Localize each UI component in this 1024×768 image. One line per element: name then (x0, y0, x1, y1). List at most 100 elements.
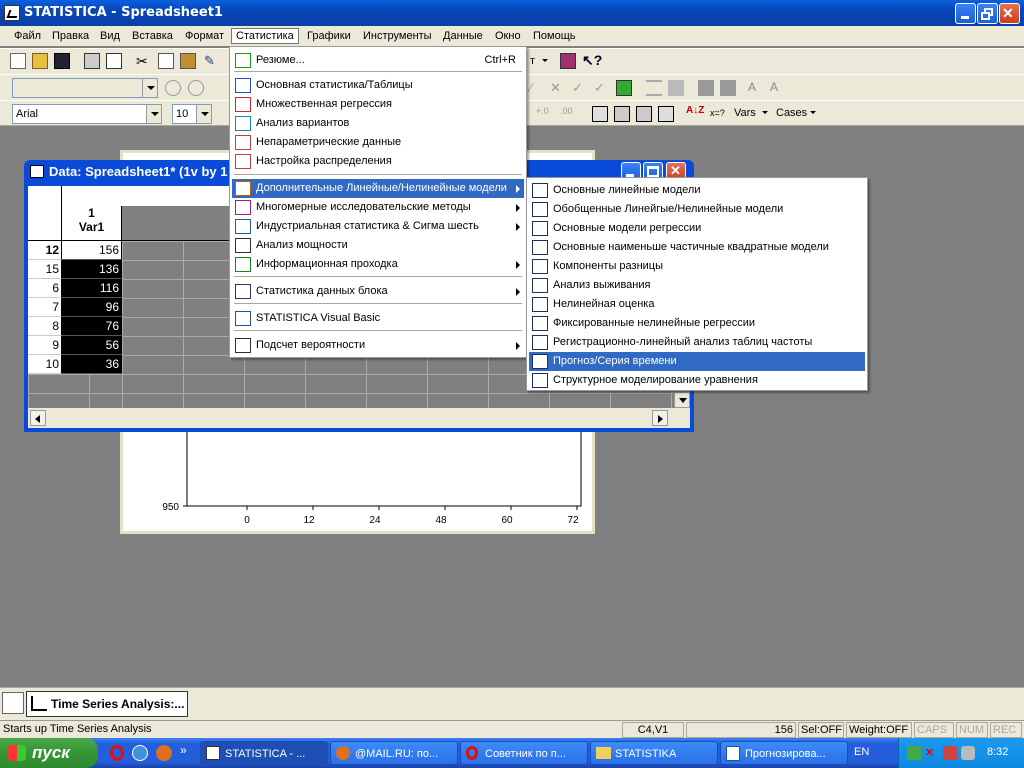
text-aa-icon[interactable]: A (770, 80, 786, 96)
data-cell[interactable]: 96 (62, 298, 122, 317)
books-icon[interactable] (560, 53, 576, 69)
stat-menu-item[interactable]: Дополнительные Линейные/Нелинейные модел… (232, 179, 524, 198)
grid-icon[interactable] (668, 80, 684, 96)
data-cell[interactable]: 36 (62, 355, 122, 374)
stat-menu-item[interactable]: Информационная проходка (232, 255, 524, 274)
print-icon[interactable] (84, 53, 100, 69)
column-header-var1[interactable]: 1 Var1 (62, 206, 122, 241)
submenu-item[interactable]: Фиксированные нелинейные регрессии (529, 314, 865, 333)
save-icon[interactable] (54, 53, 70, 69)
data-cell[interactable]: 136 (62, 260, 122, 279)
tray-app-icon[interactable] (907, 746, 921, 760)
submenu-item[interactable]: Прогноз/Серия времени (529, 352, 865, 371)
task-statistica[interactable]: STATISTICA - ... (200, 741, 328, 765)
row-header[interactable]: 15 (28, 260, 62, 279)
lines-icon[interactable] (646, 80, 662, 96)
row-header[interactable]: 9 (28, 336, 62, 355)
new-file-icon[interactable] (10, 53, 26, 69)
menu-file[interactable]: Файл (10, 29, 45, 45)
task-prognoz[interactable]: Прогнозирова... (720, 741, 848, 765)
task-statistika-folder[interactable]: STATISTIKA (590, 741, 718, 765)
stat-menu-item[interactable]: Многомерные исследовательские методы (232, 198, 524, 217)
zoom-icon[interactable] (165, 80, 181, 96)
row-header[interactable]: 6 (28, 279, 62, 298)
menu-insert[interactable]: Вставка (128, 29, 177, 45)
submenu-item[interactable]: Анализ выживания (529, 276, 865, 295)
row-header[interactable]: 7 (28, 298, 62, 317)
text-a-icon[interactable]: A (748, 80, 764, 96)
graph-type-combo[interactable] (12, 78, 158, 98)
restore-button[interactable] (977, 3, 998, 24)
minimize-button[interactable] (955, 3, 976, 24)
grid-corner[interactable] (28, 186, 62, 241)
cut-icon[interactable]: ✂ (136, 53, 152, 69)
data-cell[interactable]: 116 (62, 279, 122, 298)
row-header[interactable]: 8 (28, 317, 62, 336)
lasso-icon[interactable]: ✕ (550, 80, 566, 96)
menu-window[interactable]: Окно (491, 29, 525, 45)
app-small-icon[interactable] (2, 692, 24, 714)
paste-icon[interactable] (180, 53, 196, 69)
menu-tools[interactable]: Инструменты (359, 29, 436, 45)
row-header[interactable]: 10 (28, 355, 62, 374)
check2-icon[interactable]: ✓ (594, 80, 610, 96)
vars-dropdown-icon[interactable] (762, 111, 768, 114)
open-folder-icon[interactable] (32, 53, 48, 69)
tray-security-icon[interactable] (943, 746, 957, 760)
data-cell[interactable]: 76 (62, 317, 122, 336)
sort-icon[interactable]: A↓Z (686, 105, 704, 121)
menu-graphs[interactable]: Графики (303, 29, 355, 45)
stat-menu-item[interactable]: Индустриальная статистика & Сигма шесть (232, 217, 524, 236)
scroll-left-button[interactable] (30, 410, 46, 426)
copy-icon[interactable] (158, 53, 174, 69)
decrease-decimal-icon[interactable]: .00 (560, 106, 576, 122)
vars-button[interactable]: Vars (734, 107, 756, 119)
menu-edit[interactable]: Правка (48, 29, 93, 45)
stat-menu-item[interactable]: Непараметрические данные (232, 133, 524, 152)
submenu-item[interactable]: Основные наименьше частичные квадратные … (529, 238, 865, 257)
format-painter-icon[interactable]: ✎ (204, 53, 220, 69)
stat-menu-item[interactable]: Анализ вариантов (232, 114, 524, 133)
print-preview-icon[interactable] (106, 53, 122, 69)
scroll-down-button[interactable] (674, 392, 690, 408)
menu-view[interactable]: Вид (96, 29, 124, 45)
context-help-icon[interactable]: ↖? (582, 52, 602, 68)
menu-statistics[interactable]: Статистика (231, 28, 299, 44)
stat-menu-item[interactable]: Статистика данных блока (232, 282, 524, 301)
increase-decimal-icon[interactable]: +.0 (536, 106, 552, 122)
stat-menu-item[interactable]: Множественная регрессия (232, 95, 524, 114)
submenu-item[interactable]: Компоненты разницы (529, 257, 865, 276)
statistica-app-icon[interactable] (4, 5, 20, 21)
stat-menu-item[interactable]: Настройка распределения (232, 152, 524, 171)
tray-volume-icon[interactable] (961, 746, 975, 760)
menu-help[interactable]: Помощь (529, 29, 580, 45)
quicklaunch-more-icon[interactable]: » (180, 743, 187, 757)
data-cell[interactable]: 156 (62, 241, 122, 260)
check-icon[interactable]: ✓ (572, 80, 588, 96)
opera-quicklaunch-icon[interactable] (110, 745, 124, 761)
ie-quicklaunch-icon[interactable] (132, 745, 148, 761)
font-size-combo[interactable]: 10 (172, 104, 212, 124)
fit-icon[interactable] (614, 106, 630, 122)
layers2-icon[interactable] (720, 80, 736, 96)
layers-icon[interactable] (698, 80, 714, 96)
task-mailru[interactable]: @MAIL.RU: по... (330, 741, 458, 765)
firefox-quicklaunch-icon[interactable] (156, 745, 172, 761)
menu-format[interactable]: Формат (181, 29, 228, 45)
cell-grid-icon[interactable] (592, 106, 608, 122)
stat-menu-item[interactable]: Подсчет вероятности (232, 336, 524, 355)
close-button[interactable]: ✕ (999, 3, 1020, 24)
row-header[interactable]: 12 (28, 241, 62, 260)
data-cell[interactable]: 56 (62, 336, 122, 355)
font-combo[interactable]: Arial (12, 104, 162, 124)
menu-data[interactable]: Данные (439, 29, 487, 45)
cases-dropdown-icon[interactable] (810, 111, 816, 114)
start-button[interactable]: пуск (0, 738, 98, 768)
stat-menu-item[interactable]: Основная статистика/Таблицы (232, 76, 524, 95)
submenu-item[interactable]: Обобщенные Линейгые/Нелинейные модели (529, 200, 865, 219)
stat-menu-item[interactable]: STATISTICA Visual Basic (232, 309, 524, 328)
stat-menu-item[interactable]: Резюме... Ctrl+R (232, 51, 524, 70)
fit2-icon[interactable] (636, 106, 652, 122)
fit3-icon[interactable] (658, 106, 674, 122)
brush-icon[interactable]: ⁄ (530, 80, 546, 96)
